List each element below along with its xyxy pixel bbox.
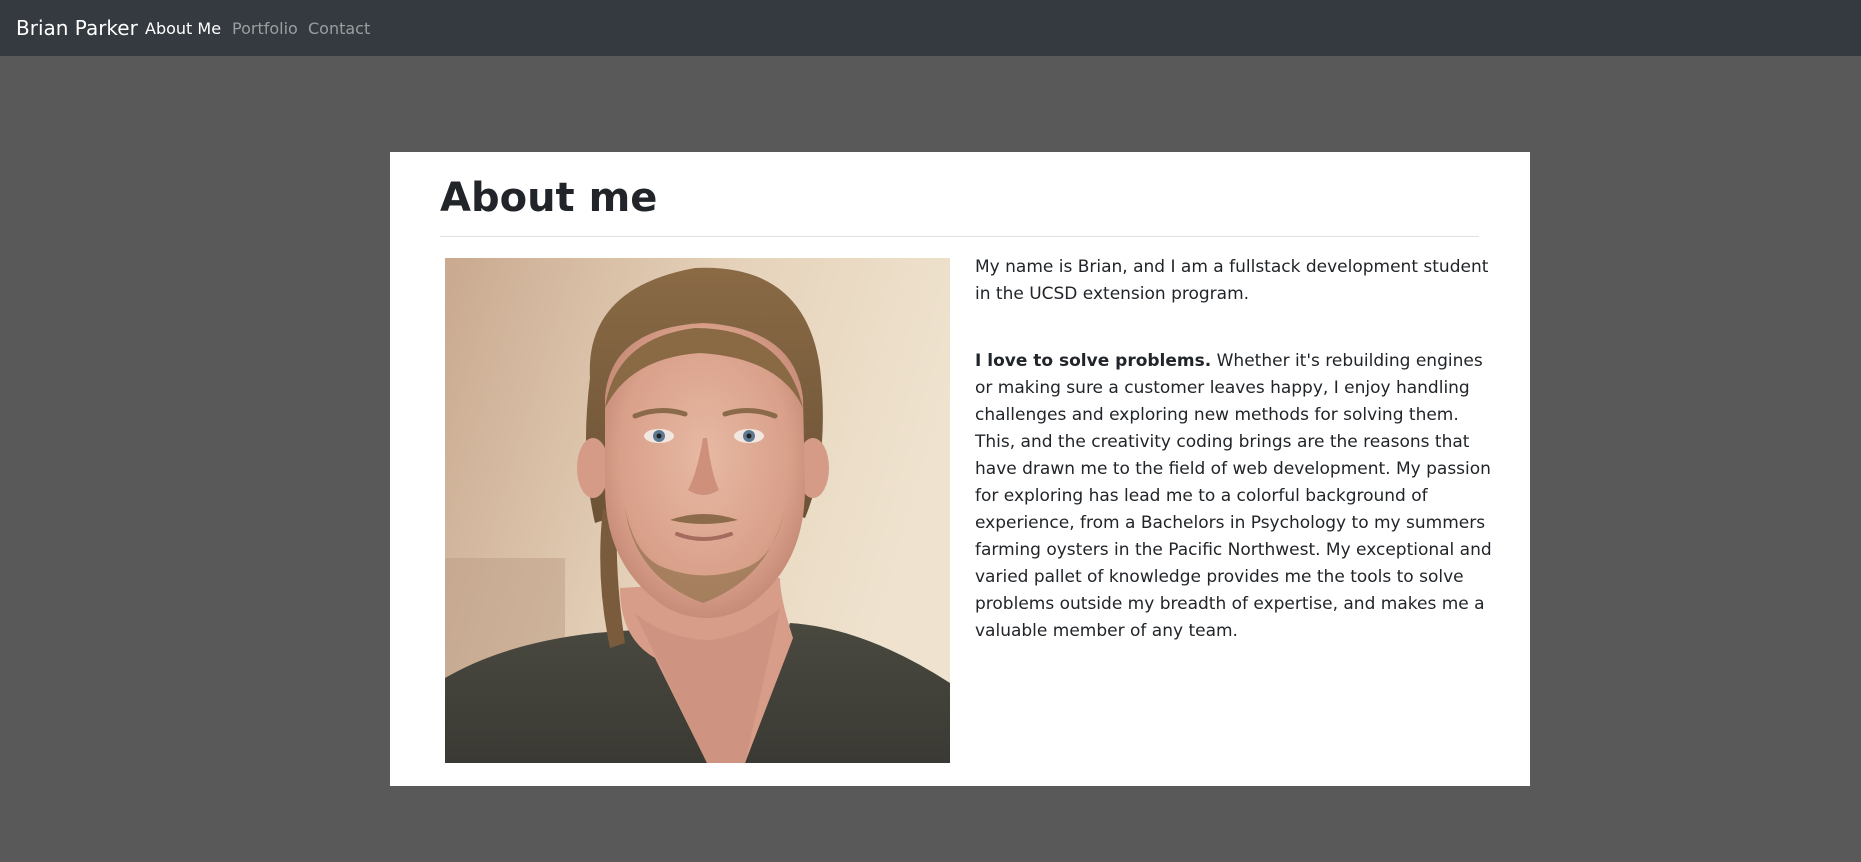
intro-paragraph: My name is Brian, and I am a fullstack d… (975, 257, 1489, 304)
nav-link-contact[interactable]: Contact (308, 18, 370, 39)
top-navbar: Brian Parker About Me Portfolio Contact (0, 0, 1861, 56)
profile-photo (445, 258, 950, 763)
bio-body: Whether it's rebuilding engines or makin… (975, 351, 1492, 641)
nav-link-portfolio[interactable]: Portfolio (232, 18, 298, 39)
bio-lead: I love to solve problems. (975, 351, 1212, 371)
title-divider (440, 236, 1479, 237)
about-text: My name is Brian, and I am a fullstack d… (975, 254, 1495, 645)
about-card: About me My name is Brian, and I am a fu… (390, 152, 1530, 786)
navbar-brand[interactable]: Brian Parker (16, 14, 138, 42)
bio-paragraph: I love to solve problems. Whether it's r… (975, 348, 1495, 645)
nav-link-about-me[interactable]: About Me (145, 18, 221, 39)
page-title: About me (440, 175, 658, 221)
